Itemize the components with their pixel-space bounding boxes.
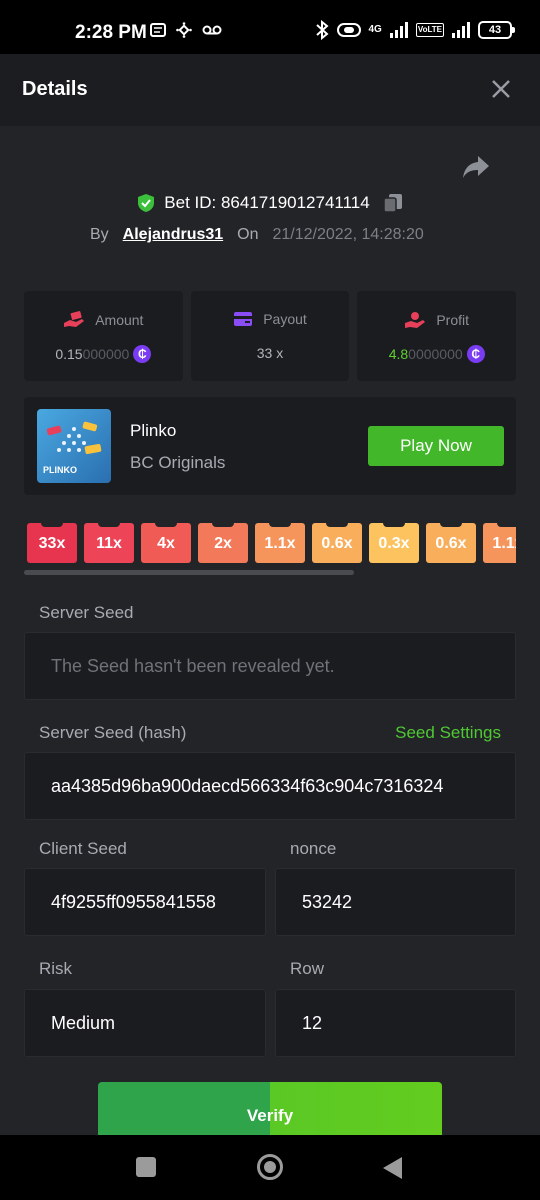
- status-right-icons: 4G VoLTE 43: [315, 20, 515, 40]
- bet-date: 21/12/2022, 14:28:20: [272, 226, 424, 243]
- bet-id: Bet ID: 8641719012741114: [164, 193, 370, 212]
- details-content: Bet ID: 8641719012741114 By Alejandrus31…: [0, 126, 540, 1135]
- seed-settings-link[interactable]: Seed Settings: [395, 723, 501, 743]
- binance-icon: [176, 22, 192, 38]
- profit-stat: Profit 4.80000000 ₵: [357, 291, 517, 381]
- by-label: By: [90, 226, 109, 243]
- card-icon: [234, 312, 253, 326]
- amount-stat: Amount 0.15000000 ₵: [24, 291, 183, 381]
- hotspot-icon: [336, 23, 361, 37]
- server-hash-label: Server Seed (hash): [39, 723, 187, 742]
- system-nav-bar: [0, 1135, 540, 1200]
- game-name: Plinko: [130, 421, 177, 440]
- back-icon[interactable]: [383, 1157, 402, 1179]
- coin-icon: ₵: [466, 345, 485, 363]
- bet-author-row: By Alejandrus31 On 21/12/2022, 14:28:20: [90, 226, 424, 244]
- bet-stats: Amount 0.15000000 ₵ Payout 33 x Profit 4…: [24, 291, 517, 381]
- payout-value: 33 x: [256, 345, 284, 361]
- multiplier-scrollbar[interactable]: [24, 570, 354, 575]
- row-label: Row: [290, 959, 325, 978]
- profit-label: Profit: [436, 312, 470, 328]
- close-icon[interactable]: [488, 76, 514, 102]
- multiplier-chip: 0.6x: [312, 523, 362, 563]
- risk-label: Risk: [39, 959, 73, 978]
- plinko-thumb-label: PLINKO: [43, 465, 78, 475]
- multiplier-chip: 1.1x: [255, 523, 305, 563]
- multiplier-chip: 2x: [198, 523, 248, 563]
- page-title: Details: [22, 78, 88, 100]
- volte-badge: VoLTE: [415, 23, 444, 37]
- client-seed-label: Client Seed: [39, 839, 127, 858]
- profit-hand-icon: [405, 312, 426, 328]
- amount-value: 0.15000000 ₵: [24, 345, 183, 363]
- multiplier-chip: 11x: [84, 523, 134, 563]
- bet-id-row: Bet ID: 8641719012741114: [0, 192, 540, 214]
- notification-icon: [150, 23, 166, 37]
- network-type: 4G: [368, 24, 382, 35]
- profit-dim: 0000000: [408, 346, 463, 362]
- status-left-icons: [150, 22, 222, 38]
- risk-field[interactable]: Medium: [24, 989, 266, 1057]
- details-header: Details: [0, 54, 540, 126]
- profit-main: 4.8: [388, 346, 409, 362]
- home-icon[interactable]: [257, 1154, 283, 1180]
- copy-icon[interactable]: [382, 192, 404, 214]
- plinko-thumbnail[interactable]: PLINKO: [37, 409, 111, 483]
- multiplier-chip: 0.3x: [369, 523, 419, 563]
- nonce-field[interactable]: 53242: [275, 868, 516, 936]
- status-time: 2:28 PM: [75, 22, 147, 43]
- server-seed-field[interactable]: The Seed hasn't been revealed yet.: [24, 632, 516, 700]
- client-seed-field[interactable]: 4f9255ff0955841558: [24, 868, 266, 936]
- username-link[interactable]: Alejandrus31: [123, 226, 223, 244]
- bluetooth-icon: [315, 20, 329, 40]
- shield-check-icon: [138, 194, 155, 212]
- profit-value: 4.80000000 ₵: [357, 345, 516, 363]
- signal-icon: [389, 22, 408, 38]
- multiplier-chip: 33x: [27, 523, 77, 563]
- server-seed-label: Server Seed: [39, 603, 134, 622]
- play-now-button[interactable]: Play Now: [368, 426, 504, 466]
- payout-label: Payout: [263, 311, 307, 327]
- signal-icon-2: [452, 22, 470, 38]
- share-icon[interactable]: [462, 154, 490, 180]
- recents-icon[interactable]: [136, 1157, 156, 1177]
- row-field[interactable]: 12: [275, 989, 516, 1057]
- multiplier-chip: 4x: [141, 523, 191, 563]
- battery-icon: 43: [478, 21, 515, 39]
- nonce-label: nonce: [290, 839, 337, 858]
- amount-label: Amount: [95, 312, 144, 328]
- server-hash-field[interactable]: aa4385d96ba900daecd566334f63c904c7316324: [24, 752, 516, 820]
- multiplier-chip: 1.1x: [483, 523, 516, 563]
- on-label: On: [237, 226, 259, 243]
- multiplier-chip: 0.6x: [426, 523, 476, 563]
- status-bar: 2:28 PM 4G VoLTE 43: [0, 0, 540, 54]
- amount-main: 0.15: [55, 346, 83, 362]
- verify-button[interactable]: Verify: [98, 1082, 442, 1135]
- payout-stat: Payout 33 x: [190, 291, 350, 381]
- coin-icon: ₵: [133, 345, 152, 363]
- multiplier-row[interactable]: 33x11x4x2x1.1x0.6x0.3x0.6x1.1x: [27, 523, 516, 567]
- voicemail-icon: [202, 25, 222, 35]
- game-card: PLINKO Plinko BC Originals Play Now: [24, 397, 516, 495]
- game-provider: BC Originals: [130, 453, 226, 472]
- amount-dim: 000000: [82, 346, 130, 362]
- money-hand-icon: [64, 311, 85, 327]
